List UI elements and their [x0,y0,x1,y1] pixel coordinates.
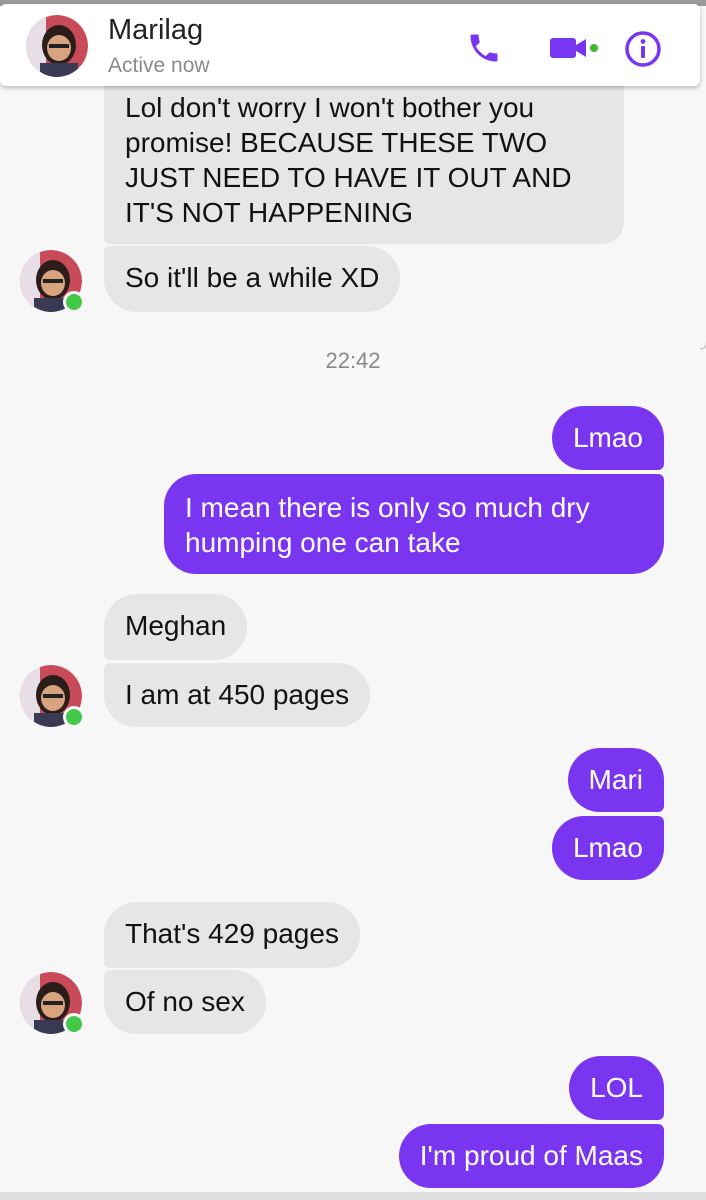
incoming-message[interactable]: Lol don't worry I won't bother you promi… [104,70,624,244]
message-timestamp: 22:42 [325,348,381,373]
presence-status: Active now [108,54,210,77]
video-camera-icon[interactable] [548,34,592,62]
incoming-message[interactable]: That's 429 pages [104,902,360,968]
incoming-message[interactable]: So it'll be a while XD [104,246,401,312]
video-active-dot [590,44,598,52]
conversation-header: Marilag Active now [0,4,700,86]
online-indicator [63,1013,85,1035]
incoming-message[interactable]: Of no sex [104,970,266,1034]
contact-name[interactable]: Marilag [108,14,203,47]
info-icon[interactable] [624,30,662,68]
outgoing-message[interactable]: I mean there is only so much dry humping… [164,474,664,574]
incoming-message[interactable]: I am at 450 pages [104,663,371,727]
incoming-message[interactable]: Meghan [104,594,248,660]
outgoing-message[interactable]: Mari [567,748,664,812]
scrollbar[interactable] [700,88,706,350]
online-indicator [63,706,85,728]
bottom-edge [0,1192,706,1200]
online-indicator [63,291,85,313]
phone-icon[interactable] [466,30,502,66]
contact-avatar[interactable] [26,15,88,77]
outgoing-message[interactable]: Lmao [551,816,664,880]
outgoing-message[interactable]: I'm proud of Maas [398,1124,664,1188]
outgoing-message[interactable]: Lmao [551,406,664,470]
outgoing-message[interactable]: LOL [569,1056,664,1120]
